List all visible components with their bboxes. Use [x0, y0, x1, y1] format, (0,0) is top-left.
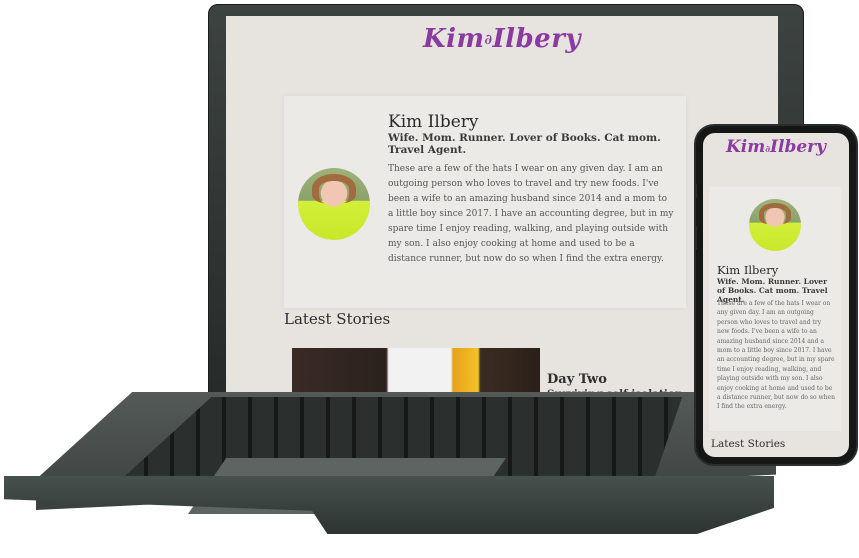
author-tagline: Wife. Mom. Runner. Lover of Books. Cat m…: [388, 132, 661, 156]
avatar: [298, 168, 370, 240]
phone-side-button: [694, 184, 697, 198]
logo-text-first: Kim: [422, 24, 485, 54]
phone-logo-text-first: Kim: [726, 137, 766, 157]
phone-about-card: Kim Ilbery Wife. Mom. Runner. Lover of B…: [709, 187, 841, 431]
author-bio: These are a few of the hats I wear on an…: [388, 164, 674, 264]
phone-volume-button: [694, 226, 697, 250]
story-thumbnail[interactable]: [292, 348, 540, 396]
phone-avatar: [749, 199, 801, 251]
phone-latest-stories-heading: Latest Stories: [711, 438, 786, 450]
phone-logo-text-second: Ilbery: [770, 137, 826, 157]
story-title[interactable]: Day Two: [547, 372, 607, 387]
author-name: Kim Ilbery: [388, 112, 479, 132]
phone-screen: Kim∂Ilbery Kim Ilbery Wife. Mom. Runner.…: [703, 133, 849, 457]
phone-site-logo[interactable]: Kim∂Ilbery: [703, 137, 849, 157]
phone-author-name: Kim Ilbery: [717, 263, 779, 277]
phone-author-bio: These are a few of the hats I wear on an…: [717, 300, 835, 411]
about-card: Kim Ilbery Wife. Mom. Runner. Lover of B…: [284, 96, 686, 308]
site-logo[interactable]: Kim∂Ilbery: [226, 24, 778, 54]
latest-stories-heading: Latest Stories: [284, 310, 391, 328]
logo-text-second: Ilbery: [492, 24, 582, 54]
